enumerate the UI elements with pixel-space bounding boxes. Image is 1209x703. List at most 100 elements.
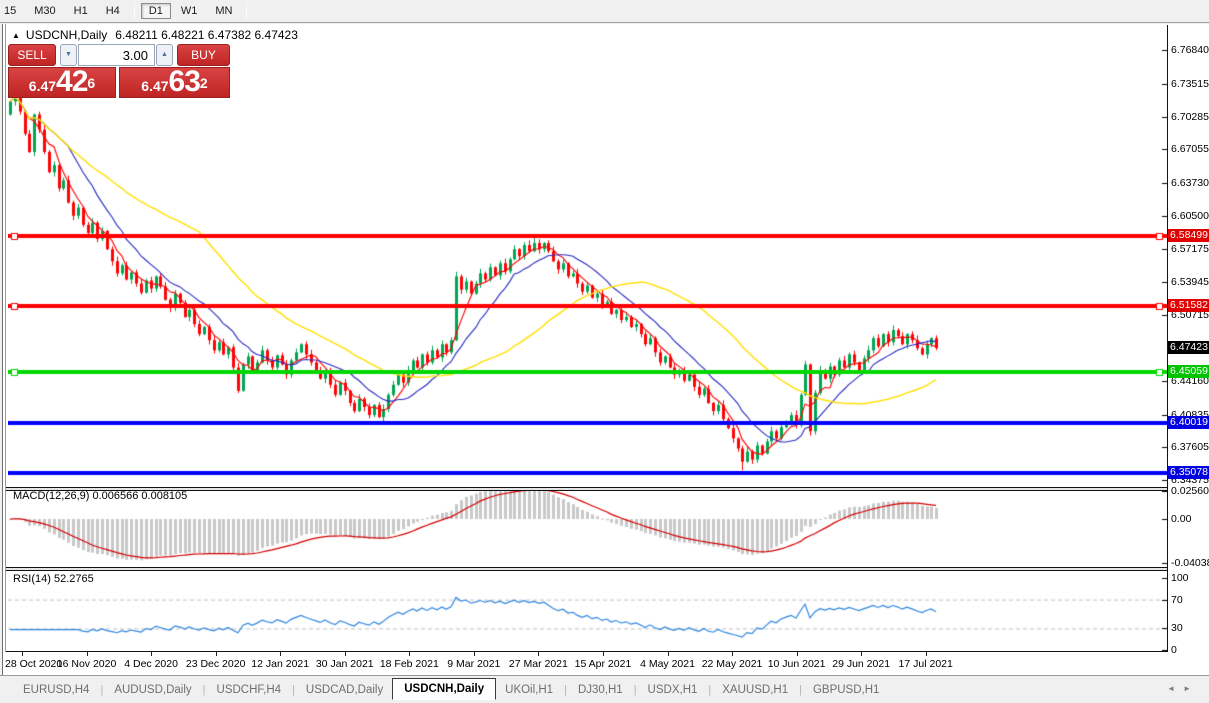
tab-separator: |	[708, 683, 712, 696]
sell-price-base: 6.47	[28, 78, 57, 94]
price-axis-badge: 6.47423	[1168, 341, 1209, 355]
price-axis-label: 6.63730	[1171, 177, 1209, 190]
timeframe-button-d1[interactable]: D1	[140, 3, 171, 19]
toolbar-separator	[133, 2, 135, 20]
time-axis-label: 30 Jan 2021	[315, 658, 374, 670]
time-axis-label: 22 May 2021	[701, 658, 763, 670]
macd-axis-label: 0.00	[1171, 513, 1192, 525]
time-axis-tick	[86, 652, 88, 656]
tab-separator: |	[564, 683, 567, 696]
time-axis-tick	[925, 652, 927, 656]
tab-scroll-right-icon[interactable]: ►	[1183, 684, 1199, 693]
chart-tab-gbpusd[interactable]: GBPUSD,H1	[804, 681, 888, 699]
timeframe-button-w1[interactable]: W1	[173, 3, 206, 19]
trade-controls-row: SELL ▼ ▲ BUY	[8, 44, 230, 66]
time-axis-label: 28 Oct 2020	[5, 658, 63, 670]
price-axis-badge: 6.51582	[1168, 298, 1209, 312]
sell-button[interactable]: SELL	[8, 44, 56, 66]
timeframe-button-h4[interactable]: H4	[98, 3, 128, 19]
price-axis-label: 6.73515	[1171, 78, 1209, 91]
timeframe-button-m30[interactable]: M30	[26, 3, 63, 19]
time-axis-label: 17 Jul 2021	[898, 658, 953, 670]
time-axis-label: 23 Dec 2020	[185, 658, 246, 670]
time-axis-label: 16 Nov 2020	[56, 658, 117, 670]
macd-axis-label: -0.04038	[1171, 557, 1209, 570]
chart-tab-usdcad[interactable]: USDCAD,Daily	[297, 681, 392, 699]
chart-tab-audusd[interactable]: AUDUSD,Daily	[105, 681, 200, 699]
window-frame-edge	[5, 24, 6, 675]
tab-scroll-arrows[interactable]: ◄►	[1167, 684, 1199, 693]
time-axis-tick	[602, 652, 604, 656]
volume-decrease-button[interactable]: ▼	[60, 44, 77, 66]
macd-label: MACD(12,26,9) 0.006566 0.008105	[13, 490, 188, 502]
price-axis-badge: 6.58499	[1168, 228, 1209, 242]
price-axis-label: 6.67055	[1171, 143, 1209, 156]
time-axis-label: 27 Mar 2021	[508, 658, 568, 670]
buy-price-base: 6.47	[141, 78, 169, 94]
time-axis-tick	[215, 652, 217, 656]
rsi-indicator-canvas[interactable]	[8, 571, 1167, 651]
rsi-label: RSI(14) 52.2765	[13, 573, 94, 585]
rsi-axis-label: 0	[1171, 644, 1177, 656]
time-axis-tick	[22, 652, 23, 656]
time-axis-tick	[151, 652, 153, 656]
tab-separator: |	[202, 683, 206, 696]
tab-scroll-left-icon[interactable]: ◄	[1167, 684, 1183, 693]
tab-separator: |	[100, 683, 104, 696]
time-axis-label: 18 Feb 2021	[379, 658, 439, 670]
chart-tab-xauusd[interactable]: XAUUSD,H1	[713, 681, 797, 699]
timeframe-button-mn[interactable]: MN	[207, 3, 240, 19]
price-axis-badge: 6.35078	[1168, 466, 1209, 479]
time-axis-tick	[667, 652, 669, 656]
time-axis-label: 12 Jan 2021	[251, 658, 310, 670]
timeframe-button-15[interactable]: 15	[0, 3, 24, 19]
chart-tab-usdchf[interactable]: USDCHF,H4	[208, 681, 291, 699]
mt4-workspace: 15 M30 H1 H4 D1 W1 MN ▲ USDCNH,Daily 6.48211 6…	[0, 0, 1209, 703]
macd-indicator-canvas[interactable]	[8, 491, 1167, 567]
buy-price-box[interactable]: 6.47 63 2	[119, 67, 230, 98]
chart-title: USDCNH,Daily	[25, 28, 108, 42]
time-axis[interactable]: 28 Oct 2020 16 Nov 2020 4 Dec 2020 23 Dec 2…	[3, 652, 1167, 675]
buy-price-pip: 2	[199, 75, 208, 91]
chart-tab-usdx[interactable]: USDX,H1	[639, 681, 707, 699]
time-axis-label: 10 Jun 2021	[767, 658, 826, 670]
price-axis-label: 6.57175	[1171, 243, 1209, 256]
time-axis-label: 15 Apr 2021	[574, 658, 632, 670]
chart-tab-eurusd[interactable]: EURUSD,H4	[14, 681, 98, 699]
rsi-axis-label: 70	[1171, 593, 1183, 606]
chart-tab-bar: EURUSD,H4 | AUDUSD,Daily | USDCHF,H4 | USDCAD,…	[0, 675, 1209, 703]
price-axis-line	[1167, 25, 1168, 652]
timeframe-toolbar: 15 M30 H1 H4 D1 W1 MN	[0, 0, 1209, 23]
chart-header: ▲ USDCNH,Daily 6.48211 6.48221 6.47382 6…	[12, 28, 298, 42]
collapse-panel-icon[interactable]: ▲	[12, 31, 20, 40]
volume-increase-button[interactable]: ▲	[156, 44, 173, 66]
tab-separator: |	[799, 683, 802, 696]
time-axis-label: 4 May 2021	[640, 658, 695, 670]
price-axis-label: 6.70285	[1171, 110, 1209, 123]
price-axis-badge: 6.40019	[1168, 416, 1209, 429]
macd-axis-label: 0.025609	[1171, 485, 1209, 498]
price-axis-label: 6.76840	[1171, 44, 1209, 57]
sell-price-pip: 6	[87, 75, 96, 91]
time-axis-tick	[538, 652, 540, 656]
tab-separator: |	[633, 683, 637, 696]
volume-input[interactable]	[78, 44, 155, 66]
time-axis-label: 4 Dec 2020	[124, 658, 178, 670]
chart-tab-ukoil[interactable]: UKOil,H1	[496, 681, 562, 699]
time-axis-tick	[344, 652, 346, 656]
toolbar-separator	[246, 2, 248, 20]
price-axis-label: 6.60500	[1171, 209, 1209, 222]
price-axis-label: 6.37605	[1171, 441, 1209, 454]
timeframe-button-h1[interactable]: H1	[66, 3, 96, 19]
chart-tab-dj30[interactable]: DJ30,H1	[569, 681, 632, 699]
time-axis-tick	[732, 652, 734, 656]
buy-button[interactable]: BUY	[177, 44, 230, 66]
time-axis-label: 9 Mar 2021	[447, 658, 501, 670]
rsi-axis-label: 100	[1171, 572, 1189, 584]
chart-tab-usdcnh[interactable]: USDCNH,Daily	[392, 677, 497, 700]
time-axis-tick	[861, 652, 863, 656]
sell-price-box[interactable]: 6.47 42 6	[8, 67, 116, 98]
time-axis-label: 29 Jun 2021	[832, 658, 891, 670]
chart-ohlc-values: 6.48211 6.48221 6.47382 6.47423	[115, 28, 298, 42]
sell-price-big-digits: 42	[56, 65, 88, 98]
